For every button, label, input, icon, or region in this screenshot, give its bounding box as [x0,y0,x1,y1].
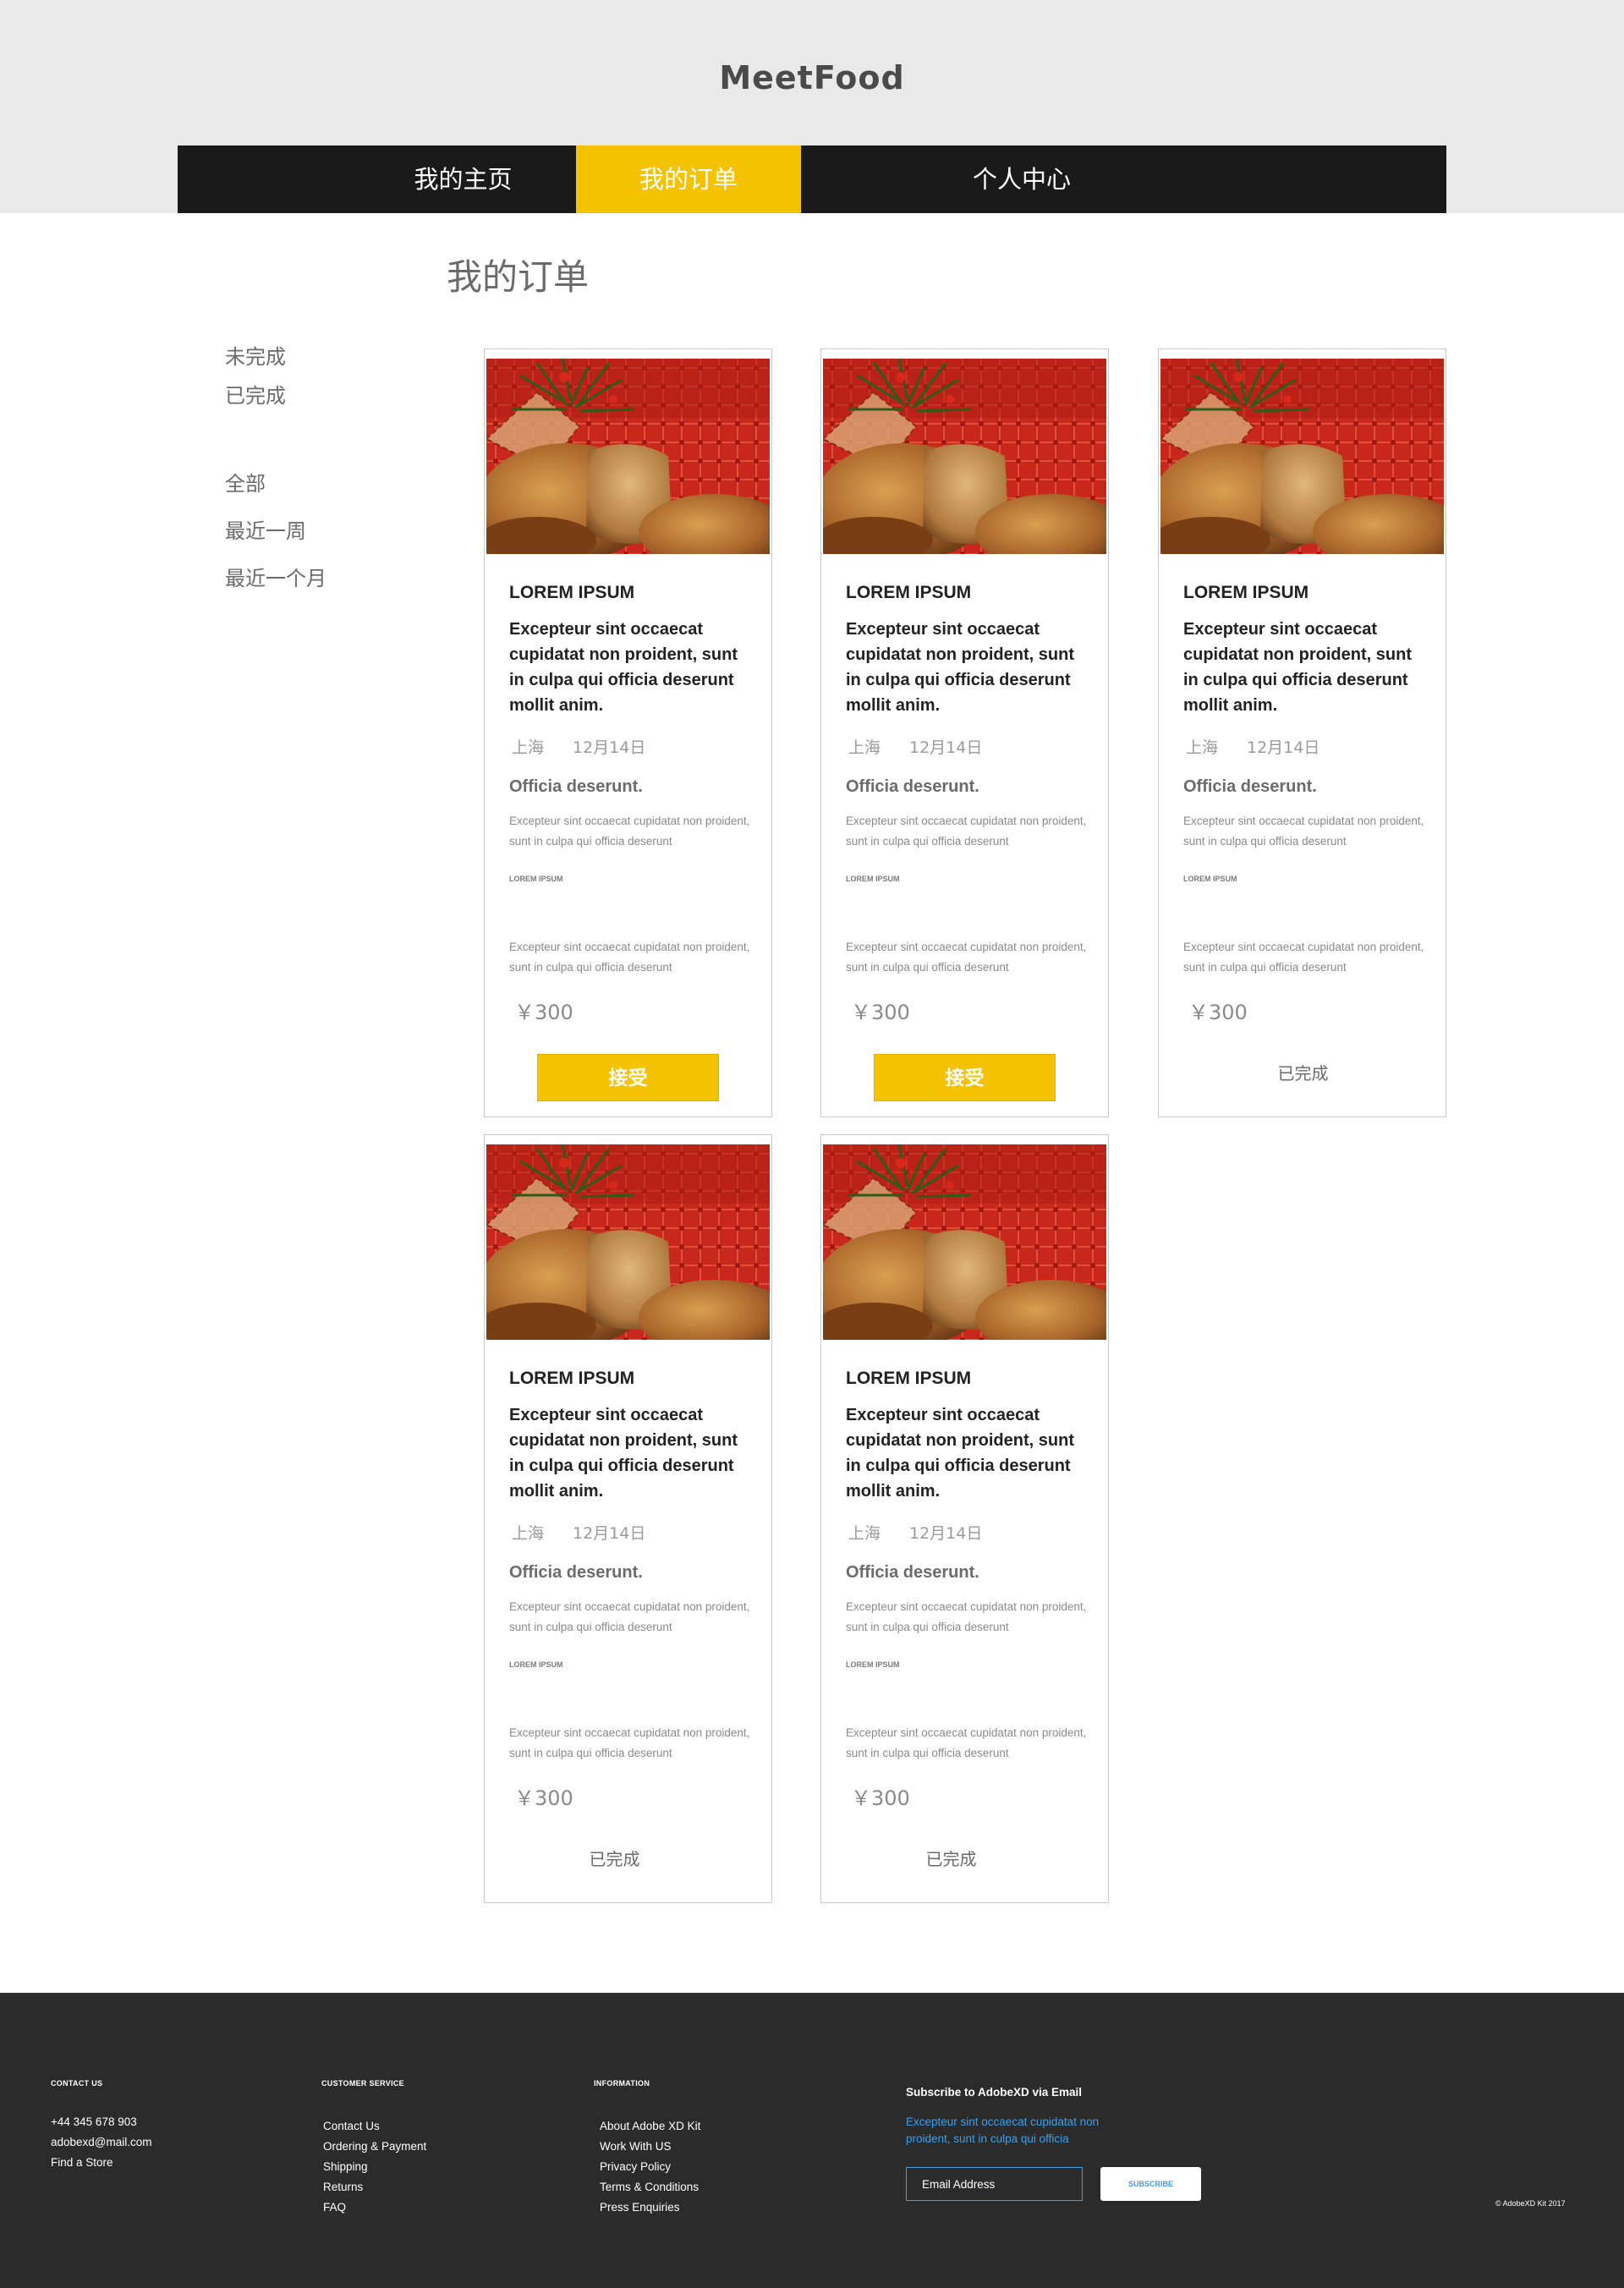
footer-info-title: INFORMATION [594,2079,650,2088]
filter-completed[interactable]: 已完成 [225,379,286,409]
order-date: 12月14日 [909,738,983,757]
accept-order-button[interactable]: 接受 [537,1054,719,1101]
order-body-text-2: Excepteur sint occaecat cupidatat non pr… [846,1726,1087,1759]
food-photo [486,1144,770,1340]
footer-link-faq[interactable]: FAQ [323,2201,346,2214]
food-photo [1160,359,1444,554]
footer-link-about[interactable]: About Adobe XD Kit [600,2120,700,2132]
order-date: 12月14日 [573,738,646,757]
order-body-text: Excepteur sint occaecat cupidatat non pr… [509,815,750,848]
order-body-text-2: Excepteur sint occaecat cupidatat non pr… [509,1726,750,1759]
order-subtitle: Officia deserunt. [509,777,643,796]
order-description: Excepteur sint occaecat cupidatat non pr… [509,1406,738,1501]
footer-email[interactable]: adobexd@mail.com [51,2136,152,2148]
order-price: ￥300 [1188,1001,1248,1024]
food-photo [823,1144,1106,1340]
order-image [823,359,1106,554]
footer-link-privacy[interactable]: Privacy Policy [600,2160,671,2173]
order-card[interactable]: LOREM IPSUM Excepteur sint occaecat cupid… [820,1134,1109,1903]
order-tag: LOREM IPSUM [846,875,900,883]
footer-link-shipping[interactable]: Shipping [323,2160,368,2173]
food-photo [486,359,770,554]
order-heading: LOREM IPSUM [846,583,972,602]
footer-phone[interactable]: +44 345 678 903 [51,2115,137,2128]
subscribe-email-input[interactable] [906,2167,1083,2201]
order-subtitle: Officia deserunt. [1183,777,1317,796]
order-price: ￥300 [514,1001,573,1024]
accept-order-button[interactable]: 接受 [874,1054,1056,1101]
order-description: Excepteur sint occaecat cupidatat non pr… [1183,620,1412,715]
order-image [823,1144,1106,1340]
footer-link-terms[interactable]: Terms & Conditions [600,2181,699,2193]
order-body-text-2: Excepteur sint occaecat cupidatat non pr… [509,941,750,974]
order-date: 12月14日 [573,1524,646,1543]
order-body-text-2: Excepteur sint occaecat cupidatat non pr… [846,941,1087,974]
footer-find-store-link[interactable]: Find a Store [51,2156,113,2169]
order-description: Excepteur sint occaecat cupidatat non pr… [509,620,738,715]
order-city: 上海 [1186,738,1219,757]
order-subtitle: Officia deserunt. [509,1563,643,1582]
order-price: ￥300 [514,1786,573,1810]
order-body-text: Excepteur sint occaecat cupidatat non pr… [846,815,1087,848]
footer-contact-title: CONTACT US [51,2079,103,2088]
order-date: 12月14日 [909,1524,983,1543]
nav-item-home[interactable]: 我的主页 [347,145,579,213]
order-body-text: Excepteur sint occaecat cupidatat non pr… [509,1600,750,1633]
subscribe-title: Subscribe to AdobeXD via Email [906,2086,1083,2099]
site-logo[interactable]: MeetFood [0,59,1624,96]
order-heading: LOREM IPSUM [1183,583,1309,602]
order-heading: LOREM IPSUM [509,1369,635,1388]
filter-all[interactable]: 全部 [225,467,266,497]
footer-link-contact-us[interactable]: Contact Us [323,2120,380,2132]
order-price: ￥300 [851,1001,910,1024]
footer-service-title: CUSTOMER SERVICE [321,2079,404,2088]
order-price: ￥300 [851,1786,910,1810]
order-tag: LOREM IPSUM [509,1660,563,1669]
filter-incomplete[interactable]: 未完成 [225,340,286,370]
page-title: 我的订单 [447,256,590,298]
nav-item-orders[interactable]: 我的订单 [576,145,801,213]
subscribe-button[interactable]: SUBSCRIBE [1100,2167,1201,2201]
order-image [1160,359,1444,554]
order-image [486,1144,770,1340]
site-footer: CONTACT US +44 345 678 903 adobexd@mail.… [0,1993,1624,2288]
order-tag: LOREM IPSUM [509,875,563,883]
footer-link-ordering-payment[interactable]: Ordering & Payment [323,2140,426,2153]
nav-item-profile[interactable]: 个人中心 [801,145,1243,213]
footer-link-work-with-us[interactable]: Work With US [600,2140,672,2153]
subscribe-text: Excepteur sint occaecat cupidatat non pr… [906,2115,1100,2145]
order-subtitle: Officia deserunt. [846,777,979,796]
order-image [486,359,770,554]
order-city: 上海 [848,1524,881,1543]
copyright: © AdobeXD Kit 2017 [1495,2199,1566,2208]
order-tag: LOREM IPSUM [1183,875,1237,883]
order-city: 上海 [512,1524,545,1543]
footer-link-returns[interactable]: Returns [323,2181,363,2193]
order-tag: LOREM IPSUM [846,1660,900,1669]
filter-last-week[interactable]: 最近一周 [225,514,306,544]
order-date: 12月14日 [1247,738,1320,757]
order-status: 已完成 [1277,1063,1329,1084]
order-card[interactable]: LOREM IPSUM Excepteur sint occaecat cupid… [820,348,1109,1117]
site-header: MeetFood 我的主页 我的订单 个人中心 [0,0,1624,213]
footer-link-press[interactable]: Press Enquiries [600,2201,680,2214]
order-body-text: Excepteur sint occaecat cupidatat non pr… [846,1600,1087,1633]
order-city: 上海 [848,738,881,757]
order-card[interactable]: LOREM IPSUM Excepteur sint occaecat cupid… [484,348,772,1117]
food-photo [823,359,1106,554]
filter-last-month[interactable]: 最近一个月 [225,562,326,591]
order-status: 已完成 [589,1849,640,1869]
order-body-text: Excepteur sint occaecat cupidatat non pr… [1183,815,1424,848]
main-nav: 我的主页 我的订单 个人中心 [178,145,1446,213]
order-city: 上海 [512,738,545,757]
order-heading: LOREM IPSUM [846,1369,972,1388]
order-heading: LOREM IPSUM [509,583,635,602]
order-body-text-2: Excepteur sint occaecat cupidatat non pr… [1183,941,1424,974]
order-description: Excepteur sint occaecat cupidatat non pr… [846,620,1074,715]
order-subtitle: Officia deserunt. [846,1563,979,1582]
order-description: Excepteur sint occaecat cupidatat non pr… [846,1406,1074,1501]
order-card[interactable]: LOREM IPSUM Excepteur sint occaecat cupid… [484,1134,772,1903]
order-status: 已完成 [925,1849,977,1869]
order-card[interactable]: LOREM IPSUM Excepteur sint occaecat cupid… [1158,348,1446,1117]
